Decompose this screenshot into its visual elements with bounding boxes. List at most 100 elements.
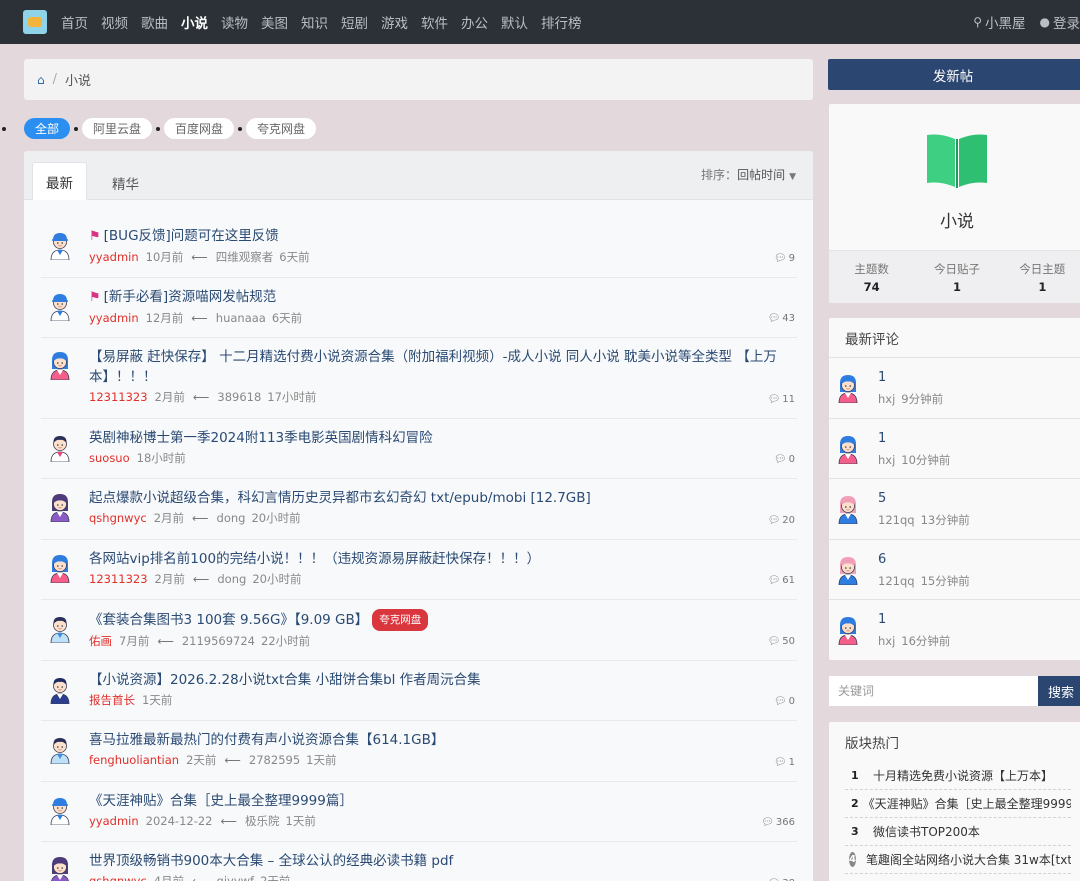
comment-user[interactable]: 121qq — [878, 513, 915, 527]
nav-item-4[interactable]: 读物 — [221, 12, 248, 32]
thread-row[interactable]: 英剧神秘博士第一季2024附113季电影英国剧情科幻冒险 suosuo 18小时前 💬… — [41, 419, 797, 479]
thread-row[interactable]: 喜马拉雅最新最热门的付费有声小说资源合集【614.1GB】 fenghuolian… — [41, 721, 797, 782]
thread-title[interactable]: 世界顶级畅销书900本大合集 – 全球公认的经典必读书籍 pdf — [89, 851, 783, 871]
thread-row[interactable]: ⚑ [BUG反馈]问题可在这里反馈 yyadmin 10月前 ⟵ 四维观察者 6天前 💬︎ 9 — [41, 217, 797, 278]
thread-row[interactable]: 【易屏蔽 赶快保存】 十二月精选付费小说资源合集（附加福利视频）-成人小说 同人… — [41, 338, 797, 419]
last-reply-user[interactable]: 2119569724 — [182, 634, 255, 648]
thread-row[interactable]: 《天涯神贴》合集［史上最全整理9999篇］ yyadmin 2024-12-22 ⟵ 极… — [41, 782, 797, 842]
user-avatar[interactable] — [49, 432, 71, 462]
thread-title[interactable]: 【小说资源】2026.2.28小说txt合集 小甜饼合集bl 作者周沅合集 — [89, 670, 783, 690]
user-avatar[interactable] — [49, 734, 71, 764]
nav-item-9[interactable]: 软件 — [421, 12, 448, 32]
user-avatar[interactable] — [49, 291, 71, 321]
user-avatar[interactable] — [837, 494, 859, 524]
thread-author[interactable]: 12311323 — [89, 390, 148, 404]
last-reply-user[interactable]: 2782595 — [249, 753, 300, 767]
user-avatar[interactable] — [837, 615, 859, 645]
comment-item[interactable]: 1 hxj 16分钟前 — [829, 600, 1080, 660]
nav-item-0[interactable]: 首页 — [61, 12, 88, 32]
thread-author[interactable]: qshgnwyc — [89, 874, 147, 881]
thread-title[interactable]: ⚑ [BUG反馈]问题可在这里反馈 — [89, 226, 783, 247]
thread-author[interactable]: qshgnwyc — [89, 511, 147, 525]
disk-tag[interactable]: 夸克网盘 — [372, 609, 429, 631]
user-avatar[interactable] — [49, 613, 71, 643]
thread-row[interactable]: 起点爆款小说超级合集，科幻言情历史灵异都市玄幻奇幻 txt/epub/mobi … — [41, 479, 797, 540]
comment-item[interactable]: 1 hxj 9分钟前 — [829, 358, 1080, 419]
search-input[interactable] — [829, 676, 1038, 706]
nav-item-7[interactable]: 短剧 — [341, 12, 368, 32]
comment-text[interactable]: 1 — [878, 370, 886, 385]
comment-user[interactable]: hxj — [878, 634, 895, 648]
user-avatar[interactable] — [49, 230, 71, 260]
last-reply-user[interactable]: 389618 — [217, 390, 261, 404]
nav-item-12[interactable]: 排行榜 — [541, 12, 582, 32]
search-button[interactable]: 搜索 — [1038, 676, 1080, 706]
new-post-button[interactable]: 发新帖 — [828, 59, 1080, 90]
user-avatar[interactable] — [837, 373, 859, 403]
thread-author[interactable]: 佑画 — [89, 634, 112, 648]
thread-title[interactable]: 《天涯神贴》合集［史上最全整理9999篇］ — [89, 791, 783, 811]
thread-row[interactable]: ⚑ [新手必看]资源喵网发帖规范 yyadmin 12月前 ⟵ huanaaa 6天前 💬︎ 4… — [41, 278, 797, 338]
user-avatar[interactable] — [49, 855, 71, 881]
comment-user[interactable]: 121qq — [878, 574, 915, 588]
user-avatar[interactable] — [49, 553, 71, 583]
thread-author[interactable]: suosuo — [89, 451, 130, 465]
tab-latest[interactable]: 最新 — [32, 162, 87, 200]
last-reply-user[interactable]: qiyywf — [217, 874, 255, 881]
thread-author[interactable]: yyadmin — [89, 311, 139, 325]
sort-dropdown[interactable]: 排序：回帖时间 ▼ — [701, 166, 796, 183]
thread-row[interactable]: 各网站vip排名前100的完结小说！！！（违规资源易屏蔽赶快保存！！！） 1231… — [41, 540, 797, 600]
site-logo-icon[interactable] — [23, 10, 47, 34]
nav-item-1[interactable]: 视频 — [101, 12, 128, 32]
comment-item[interactable]: 6 121qq 15分钟前 — [829, 540, 1080, 600]
nav-item-6[interactable]: 知识 — [301, 12, 328, 32]
nav-item-11[interactable]: 默认 — [501, 12, 528, 32]
thread-row[interactable]: 【小说资源】2026.2.28小说txt合集 小甜饼合集bl 作者周沅合集报告首… — [41, 661, 797, 721]
comment-user[interactable]: hxj — [878, 453, 895, 467]
user-avatar[interactable] — [837, 555, 859, 585]
filter-pill[interactable]: 夸克网盘 — [246, 118, 317, 139]
hot-thread-item[interactable]: 1 十月精选免费小说资源【上万本】 — [845, 762, 1071, 790]
thread-row[interactable]: 世界顶级畅销书900本大合集 – 全球公认的经典必读书籍 pdf qshgnwyc… — [41, 842, 797, 881]
user-avatar[interactable] — [837, 434, 859, 464]
thread-title[interactable]: 英剧神秘博士第一季2024附113季电影英国剧情科幻冒险 — [89, 428, 783, 448]
thread-author[interactable]: fenghuoliantian — [89, 753, 179, 767]
filter-pill[interactable]: 全部 — [24, 118, 71, 139]
thread-author[interactable]: yyadmin — [89, 250, 139, 264]
last-reply-user[interactable]: 四维观察者 — [216, 250, 274, 264]
last-reply-user[interactable]: dong — [217, 511, 246, 525]
thread-title[interactable]: 各网站vip排名前100的完结小说！！！（违规资源易屏蔽赶快保存！！！） — [89, 549, 783, 569]
thread-title[interactable]: 《套装合集图书3 100套 9.56G》【9.09 GB】 夸克网盘 — [89, 609, 783, 631]
nav-item-3[interactable]: 小说 — [181, 12, 208, 32]
user-avatar[interactable] — [49, 492, 71, 522]
user-avatar[interactable] — [49, 350, 71, 380]
last-reply-user[interactable]: huanaaa — [216, 311, 266, 325]
comment-item[interactable]: 1 hxj 10分钟前 — [829, 419, 1080, 479]
comment-user[interactable]: hxj — [878, 392, 895, 406]
tab-featured[interactable]: 精华 — [99, 164, 152, 202]
thread-row[interactable]: 《套装合集图书3 100套 9.56G》【9.09 GB】 夸克网盘 佑画 7月前 ⟵ 2… — [41, 600, 797, 661]
comment-item[interactable]: 5 121qq 13分钟前 — [829, 479, 1080, 540]
login-link[interactable]: ● 登录 — [1040, 12, 1080, 32]
thread-title[interactable]: 起点爆款小说超级合集，科幻言情历史灵异都市玄幻奇幻 txt/epub/mobi … — [89, 488, 783, 508]
hot-thread-item[interactable]: 4 笔趣阁全站网络小说大合集 31w本[txt] — [845, 846, 1071, 874]
filter-pill[interactable]: 阿里云盘 — [82, 118, 153, 139]
comment-text[interactable]: 1 — [878, 612, 886, 627]
thread-author[interactable]: yyadmin — [89, 814, 139, 828]
thread-title[interactable]: 【易屏蔽 赶快保存】 十二月精选付费小说资源合集（附加福利视频）-成人小说 同人… — [89, 347, 783, 387]
thread-title[interactable]: 喜马拉雅最新最热门的付费有声小说资源合集【614.1GB】 — [89, 730, 783, 750]
thread-author[interactable]: 12311323 — [89, 572, 148, 586]
last-reply-user[interactable]: dong — [217, 572, 246, 586]
hot-thread-item[interactable]: 2《天涯神贴》合集［史上最全整理9999篇］ — [845, 790, 1071, 818]
nav-item-10[interactable]: 办公 — [461, 12, 488, 32]
user-avatar[interactable] — [49, 795, 71, 825]
thread-author[interactable]: 报告首长 — [89, 693, 135, 707]
last-reply-user[interactable]: 极乐院 — [245, 814, 280, 828]
filter-pill[interactable]: 百度网盘 — [164, 118, 235, 139]
nav-item-2[interactable]: 歌曲 — [141, 12, 168, 32]
home-icon[interactable]: ⌂ — [37, 73, 45, 87]
comment-text[interactable]: 1 — [878, 431, 886, 446]
comment-text[interactable]: 5 — [878, 491, 886, 506]
nav-item-5[interactable]: 美图 — [261, 12, 288, 32]
thread-title[interactable]: ⚑ [新手必看]资源喵网发帖规范 — [89, 287, 783, 308]
